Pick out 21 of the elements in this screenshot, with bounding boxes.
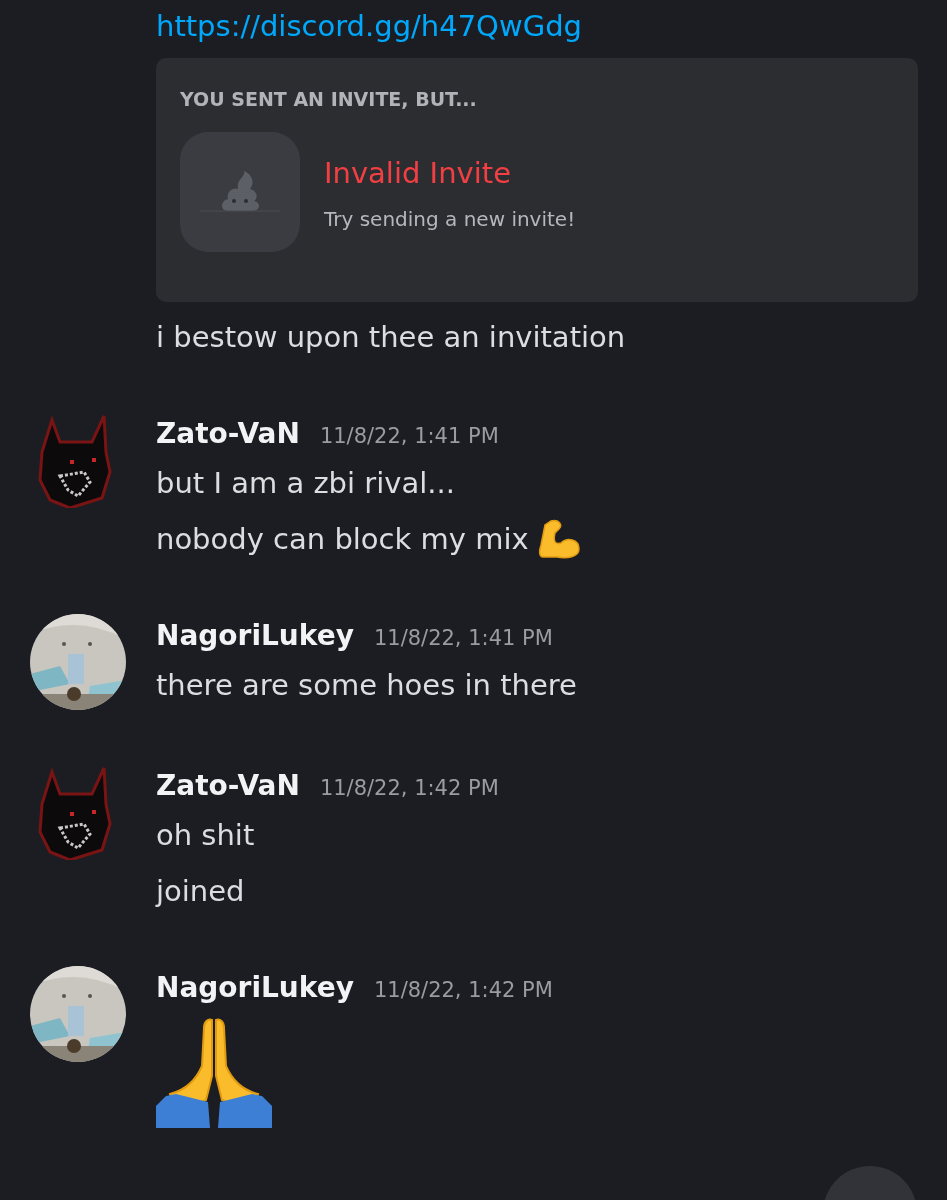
sad-blob-icon (180, 132, 300, 252)
invite-link[interactable]: https://discord.gg/h47QwGdg (156, 6, 582, 46)
timestamp: 11/8/22, 1:41 PM (373, 625, 553, 652)
praying-hands-icon (156, 1016, 272, 1128)
username[interactable]: NagoriLukey (156, 614, 354, 658)
username[interactable]: NagoriLukey (156, 966, 354, 1010)
message-text: joined (156, 873, 245, 910)
timestamp: 11/8/22, 1:42 PM (373, 977, 553, 1004)
username[interactable]: Zato-VaN (156, 412, 300, 456)
message-text: i bestow upon thee an invitation (156, 319, 626, 356)
invite-title: Invalid Invite (324, 155, 512, 192)
card-heading: YOU SENT AN INVITE, BUT... (180, 87, 478, 112)
username[interactable]: Zato-VaN (156, 764, 300, 808)
message-text: oh shit (156, 817, 255, 854)
message-text: there are some hoes in there (156, 667, 577, 704)
timestamp: 11/8/22, 1:41 PM (319, 423, 499, 450)
invite-subtitle: Try sending a new invite! (324, 207, 576, 231)
message-text: nobody can block my mix (156, 521, 529, 558)
timestamp: 11/8/22, 1:42 PM (319, 775, 499, 802)
message-text: but I am a zbi rival... (156, 465, 455, 502)
flexed-arm-icon (536, 519, 581, 559)
